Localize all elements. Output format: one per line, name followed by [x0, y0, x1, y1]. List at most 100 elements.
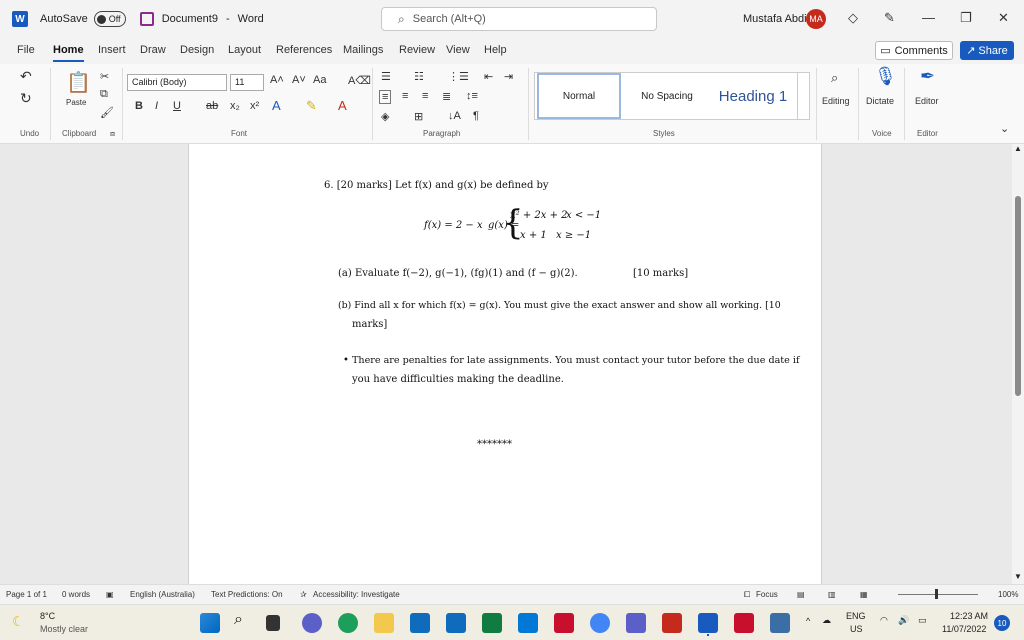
- language-bottom[interactable]: US: [850, 624, 863, 634]
- redo-icon[interactable]: ↻: [20, 90, 32, 107]
- zoom-slider-thumb[interactable]: [935, 589, 938, 599]
- weather-icon[interactable]: ☾: [12, 613, 25, 630]
- clipboard-launcher-icon[interactable]: ⧈: [110, 129, 115, 139]
- microphone-icon[interactable]: 🎙: [874, 66, 897, 87]
- superscript-icon[interactable]: x²: [250, 100, 259, 112]
- wifi-icon[interactable]: ◠: [880, 615, 888, 626]
- tab-draw[interactable]: Draw: [140, 44, 166, 56]
- strikethrough-icon[interactable]: ab: [206, 100, 218, 112]
- cut-icon[interactable]: ✂: [100, 70, 109, 83]
- comments-button[interactable]: ▭ Comments: [875, 41, 953, 60]
- mail-icon[interactable]: [446, 613, 466, 633]
- editor-icon[interactable]: ✒: [920, 66, 935, 87]
- highlight-icon[interactable]: ✎: [306, 98, 317, 114]
- undo-icon[interactable]: ↶: [20, 68, 32, 85]
- tab-references[interactable]: References: [276, 44, 332, 56]
- tab-review[interactable]: Review: [399, 44, 435, 56]
- autosave-toggle[interactable]: Off: [93, 11, 126, 27]
- align-center-icon[interactable]: ≡: [402, 90, 408, 102]
- align-left-icon[interactable]: ≡: [379, 90, 392, 104]
- onedrive-icon[interactable]: ☁: [822, 615, 831, 626]
- language-status[interactable]: English (Australia): [130, 590, 195, 599]
- font-size-dropdown[interactable]: 11: [230, 74, 264, 91]
- multilevel-list-icon[interactable]: ⋮☰: [448, 70, 469, 83]
- scroll-thumb[interactable]: [1015, 196, 1021, 396]
- search-input[interactable]: ⌕ Search (Alt+Q): [381, 7, 657, 31]
- weather-temperature[interactable]: 8°C: [40, 611, 55, 621]
- scroll-up-icon[interactable]: ▲: [1014, 144, 1022, 153]
- tab-insert[interactable]: Insert: [98, 44, 126, 56]
- word-taskbar-icon[interactable]: [698, 613, 718, 633]
- style-normal[interactable]: Normal: [537, 73, 621, 119]
- accessibility-status[interactable]: Accessibility: Investigate: [313, 590, 400, 599]
- show-hidden-icons-icon[interactable]: ^: [806, 616, 810, 626]
- dictate-button[interactable]: Dictate: [866, 96, 894, 106]
- start-icon[interactable]: [200, 613, 220, 633]
- save-icon[interactable]: [139, 12, 154, 26]
- bold-icon[interactable]: B: [135, 100, 143, 112]
- justify-icon[interactable]: ≣: [442, 90, 451, 103]
- borders-icon[interactable]: ⊞: [414, 110, 423, 123]
- tab-view[interactable]: View: [446, 44, 470, 56]
- file-explorer-icon[interactable]: [374, 613, 394, 633]
- zoom-level[interactable]: 100%: [998, 590, 1018, 599]
- web-layout-icon[interactable]: ▦: [860, 590, 868, 599]
- decrease-indent-icon[interactable]: ⇤: [484, 70, 493, 83]
- collapse-ribbon-icon[interactable]: ⌄: [1000, 122, 1009, 135]
- mcafee-2-icon[interactable]: [734, 613, 754, 633]
- underline-icon[interactable]: U: [173, 100, 181, 112]
- focus-button[interactable]: Focus: [756, 590, 778, 599]
- minimize-icon[interactable]: —: [922, 10, 935, 25]
- clock-time[interactable]: 12:23 AM: [950, 611, 988, 621]
- shrink-font-icon[interactable]: A˅: [292, 74, 306, 86]
- style-heading-1[interactable]: Heading 1: [711, 73, 795, 119]
- tab-layout[interactable]: Layout: [228, 44, 261, 56]
- paste-label[interactable]: Paste: [66, 98, 86, 107]
- paste-icon[interactable]: 📋: [66, 70, 91, 95]
- font-color-icon[interactable]: A: [338, 98, 347, 113]
- volume-icon[interactable]: 🔊: [898, 615, 909, 626]
- diamond-icon[interactable]: ◇: [848, 10, 858, 26]
- align-right-icon[interactable]: ≡: [422, 90, 428, 102]
- subscript-icon[interactable]: x₂: [230, 100, 240, 112]
- language-top[interactable]: ENG: [846, 611, 866, 621]
- vertical-scrollbar[interactable]: ▲ ▼: [1012, 144, 1024, 584]
- close-icon[interactable]: ✕: [998, 10, 1009, 26]
- increase-indent-icon[interactable]: ⇥: [504, 70, 513, 83]
- task-view-icon[interactable]: [266, 615, 280, 631]
- pen-icon[interactable]: ✎: [884, 10, 895, 26]
- restore-icon[interactable]: ❐: [960, 10, 972, 26]
- sort-icon[interactable]: ↓A: [448, 110, 461, 122]
- battery-icon[interactable]: ▭: [918, 615, 927, 626]
- share-button[interactable]: ↗ Share: [960, 41, 1014, 60]
- tab-help[interactable]: Help: [484, 44, 507, 56]
- italic-icon[interactable]: I: [155, 100, 158, 112]
- mcafee-icon[interactable]: [554, 613, 574, 633]
- print-layout-icon[interactable]: ▥: [828, 590, 836, 599]
- tab-file[interactable]: File: [17, 44, 35, 56]
- photos-icon[interactable]: [770, 613, 790, 633]
- page-count[interactable]: Page 1 of 1: [6, 590, 47, 599]
- change-case-icon[interactable]: Aa: [313, 74, 326, 86]
- copy-icon[interactable]: ⧉: [100, 88, 108, 101]
- acrobat-icon[interactable]: [662, 613, 682, 633]
- store-icon[interactable]: [410, 613, 430, 633]
- notification-badge[interactable]: 10: [994, 615, 1010, 631]
- user-name[interactable]: Mustafa Abdi: [743, 13, 807, 25]
- grow-font-icon[interactable]: A˄: [270, 74, 284, 86]
- weather-description[interactable]: Mostly clear: [40, 624, 88, 634]
- scroll-down-icon[interactable]: ▼: [1014, 572, 1022, 581]
- numbering-icon[interactable]: ☷: [414, 70, 424, 83]
- avatar[interactable]: MA: [806, 9, 826, 29]
- tab-mailings[interactable]: Mailings: [343, 44, 383, 56]
- zoom-slider[interactable]: [898, 594, 978, 595]
- clear-formatting-icon[interactable]: A⌫: [348, 74, 371, 87]
- text-predictions-status[interactable]: Text Predictions: On: [211, 590, 283, 599]
- word-count[interactable]: 0 words: [62, 590, 90, 599]
- tab-design[interactable]: Design: [180, 44, 214, 56]
- edge-icon[interactable]: [338, 613, 358, 633]
- teams-icon[interactable]: [626, 613, 646, 633]
- editing-button[interactable]: Editing: [822, 96, 850, 106]
- find-icon[interactable]: ⌕: [831, 70, 838, 86]
- style-no-spacing[interactable]: No Spacing: [625, 73, 709, 119]
